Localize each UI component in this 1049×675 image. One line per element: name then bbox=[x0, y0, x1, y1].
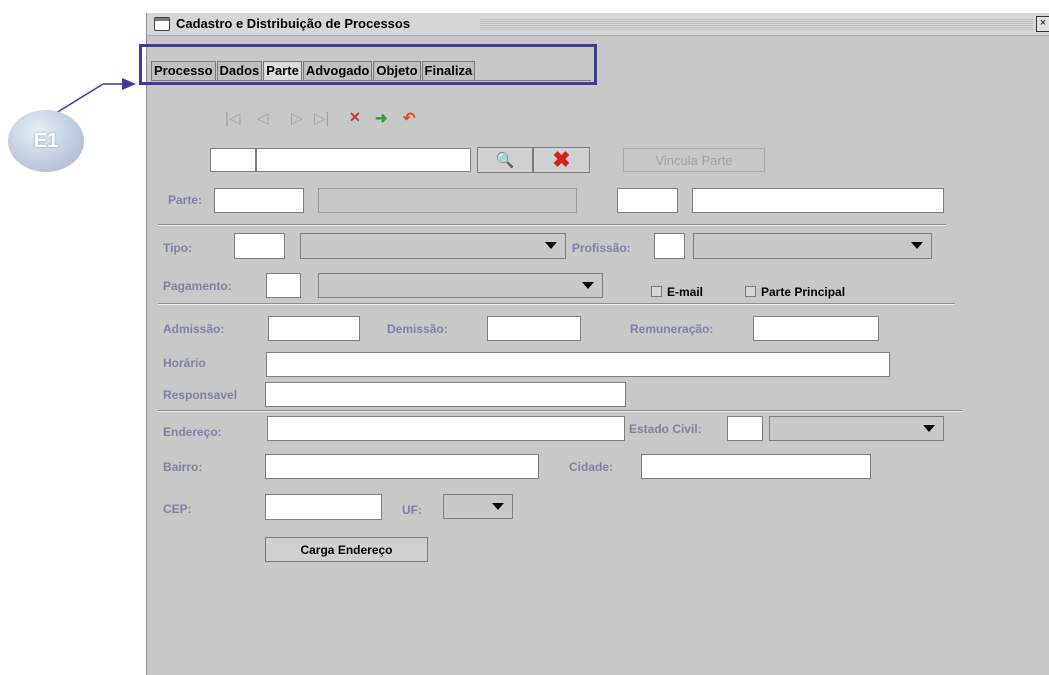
separator bbox=[158, 410, 962, 412]
responsavel-input[interactable] bbox=[265, 382, 626, 407]
horario-label: Horário bbox=[163, 356, 206, 370]
save-record-icon[interactable]: ➜ bbox=[375, 109, 388, 127]
remuneracao-label: Remuneração: bbox=[630, 322, 714, 336]
tab-strip: Processo Dados Parte Advogado Objeto Fin… bbox=[151, 61, 476, 81]
party-code-input[interactable] bbox=[210, 148, 256, 172]
tab-parte[interactable]: Parte bbox=[263, 61, 302, 81]
tipo-label: Tipo: bbox=[163, 241, 193, 255]
tab-dados[interactable]: Dados bbox=[216, 61, 263, 80]
separator bbox=[158, 224, 946, 226]
tab-advogado[interactable]: Advogado bbox=[302, 61, 373, 80]
party-name-input[interactable] bbox=[256, 148, 471, 172]
responsavel-label: Responsavel bbox=[163, 388, 238, 402]
search-button[interactable]: 🔍 bbox=[477, 147, 533, 173]
endereco-input[interactable] bbox=[267, 416, 625, 441]
pagamento-code-input[interactable] bbox=[266, 273, 301, 298]
chevron-down-icon bbox=[492, 503, 504, 510]
window-icon bbox=[154, 17, 170, 31]
tipo-select[interactable] bbox=[300, 233, 566, 259]
email-checkbox[interactable] bbox=[651, 286, 662, 297]
main-window: Cadastro e Distribuição de Processos × P… bbox=[146, 13, 1049, 675]
chevron-down-icon bbox=[911, 242, 923, 249]
first-record-icon[interactable]: |◁ bbox=[225, 109, 240, 127]
profissao-code-input[interactable] bbox=[654, 233, 685, 259]
tab-divider bbox=[151, 80, 591, 81]
delete-record-icon[interactable]: ✕ bbox=[349, 109, 361, 126]
parte-principal-label: Parte Principal bbox=[761, 285, 846, 299]
demissao-label: Demissão: bbox=[387, 322, 448, 336]
clear-button[interactable]: ✖ bbox=[533, 147, 590, 173]
parte-document-input[interactable] bbox=[692, 188, 944, 213]
remuneracao-input[interactable] bbox=[753, 316, 879, 341]
close-icon[interactable]: × bbox=[1036, 16, 1049, 32]
link-party-button[interactable]: Vincula Parte bbox=[623, 148, 765, 172]
admissao-label: Admissão: bbox=[163, 322, 225, 336]
undo-icon[interactable]: ↶ bbox=[403, 109, 416, 127]
chevron-down-icon bbox=[545, 242, 557, 249]
chevron-down-icon bbox=[582, 282, 594, 289]
estado-civil-label: Estado Civil: bbox=[629, 422, 702, 436]
tab-processo[interactable]: Processo bbox=[151, 61, 216, 80]
parte-name-field bbox=[318, 188, 577, 213]
parte-doc-type-input[interactable] bbox=[617, 188, 678, 213]
parte-label: Parte: bbox=[168, 193, 203, 207]
window-title: Cadastro e Distribuição de Processos bbox=[176, 16, 411, 31]
cidade-input[interactable] bbox=[641, 454, 871, 479]
profissao-select[interactable] bbox=[693, 233, 932, 259]
profissao-label: Profissão: bbox=[572, 241, 631, 255]
uf-label: UF: bbox=[402, 503, 422, 517]
bairro-input[interactable] bbox=[265, 454, 539, 479]
cep-input[interactable] bbox=[265, 494, 382, 520]
search-icon: 🔍 bbox=[495, 152, 515, 169]
title-bar[interactable]: Cadastro e Distribuição de Processos × bbox=[147, 13, 1049, 36]
title-pattern bbox=[480, 18, 1034, 30]
estado-civil-select[interactable] bbox=[769, 416, 944, 441]
uf-select[interactable] bbox=[443, 494, 513, 519]
cidade-label: Cidade: bbox=[569, 460, 614, 474]
admissao-input[interactable] bbox=[268, 316, 360, 341]
bairro-label: Bairro: bbox=[163, 460, 203, 474]
parte-principal-checkbox[interactable] bbox=[745, 286, 756, 297]
last-record-icon[interactable]: ▷| bbox=[314, 109, 329, 127]
clear-icon: ✖ bbox=[552, 147, 571, 172]
next-record-icon[interactable]: ▷ bbox=[291, 109, 303, 127]
horario-input[interactable] bbox=[266, 352, 890, 377]
endereco-label: Endereço: bbox=[163, 425, 222, 439]
estado-civil-code-input[interactable] bbox=[727, 416, 763, 441]
chevron-down-icon bbox=[923, 425, 935, 432]
email-label: E-mail bbox=[667, 285, 704, 299]
demissao-input[interactable] bbox=[487, 316, 581, 341]
cep-label: CEP: bbox=[163, 502, 192, 516]
pagamento-label: Pagamento: bbox=[163, 279, 232, 293]
pagamento-select[interactable] bbox=[318, 273, 603, 298]
load-address-button[interactable]: Carga Endereço bbox=[265, 537, 428, 562]
tipo-code-input[interactable] bbox=[234, 233, 285, 259]
tab-objeto[interactable]: Objeto bbox=[373, 61, 421, 80]
previous-record-icon[interactable]: ◁ bbox=[257, 109, 269, 127]
separator bbox=[158, 303, 955, 305]
annotation-bubble: E1 bbox=[8, 110, 84, 172]
parte-code-input[interactable] bbox=[214, 188, 304, 213]
tab-finaliza[interactable]: Finaliza bbox=[421, 61, 476, 80]
